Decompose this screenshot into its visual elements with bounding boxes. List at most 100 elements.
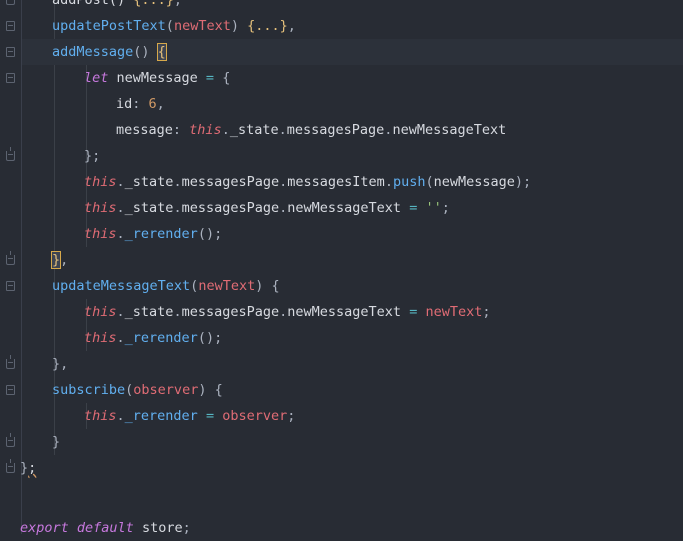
code-token: updateMessageText [52, 278, 191, 294]
code-text: addPost() {...}, [52, 0, 182, 13]
fold-end-icon[interactable] [6, 459, 15, 473]
code-token: _rerender [124, 226, 198, 242]
code-line[interactable]: updatePostText(newText) {...}, [22, 13, 683, 39]
code-token: '' [425, 200, 442, 216]
code-text: }, [52, 351, 68, 377]
code-area[interactable]: addPost() {...}, updatePostText(newText) … [20, 0, 683, 536]
code-line[interactable]: this._rerender(); [22, 325, 683, 351]
code-token: 6 [148, 96, 157, 112]
code-text: addMessage() { [52, 39, 167, 65]
code-token: . [116, 226, 125, 242]
code-token: () [133, 44, 158, 60]
code-token: this [84, 330, 117, 346]
code-text: this._state.messagesPage.newMessageText … [84, 195, 450, 221]
code-token: _state [229, 122, 279, 138]
code-text: this._rerender(); [84, 325, 222, 351]
fold-end-icon[interactable] [6, 147, 15, 161]
fold-end-icon[interactable] [6, 433, 15, 447]
code-token: _state [124, 174, 174, 190]
fold-start-icon[interactable] [6, 281, 15, 291]
code-line[interactable]: id: 6, [22, 91, 683, 117]
code-text: this._rerender = observer; [84, 403, 295, 429]
code-line[interactable]: message: this._state.messagesPage.newMes… [22, 117, 683, 143]
code-line[interactable]: }, [22, 351, 683, 377]
code-line[interactable]: }; [20, 455, 683, 481]
code-token: } [52, 434, 61, 450]
code-text: }; [84, 143, 100, 169]
code-token: . [278, 122, 287, 138]
code-text: let newMessage = { [84, 65, 230, 91]
fold-end-icon[interactable] [6, 355, 15, 369]
code-line[interactable]: subscribe(observer) { [22, 377, 683, 403]
fold-end-icon[interactable] [6, 0, 15, 5]
code-text: this._rerender(); [84, 221, 222, 247]
code-token: observer [133, 382, 199, 398]
code-token: ) { [198, 382, 223, 398]
code-text: message: this._state.messagesPage.newMes… [116, 117, 506, 143]
fold-start-icon[interactable] [6, 385, 15, 395]
code-token: = [409, 200, 426, 216]
code-token: subscribe [52, 382, 126, 398]
code-line[interactable]: updateMessageText(newText) { [22, 273, 683, 299]
code-text: }; [20, 455, 36, 481]
fold-start-icon[interactable] [6, 73, 15, 83]
code-line[interactable]: }; [22, 143, 683, 169]
code-line[interactable]: this._state.messagesPage.newMessageText … [22, 299, 683, 325]
code-token: (); [197, 330, 223, 346]
code-token: . [173, 174, 182, 190]
code-token: = [409, 304, 426, 320]
code-line[interactable]: } [22, 429, 683, 455]
code-line[interactable]: this._state.messagesPage.newMessageText … [22, 195, 683, 221]
code-token: this [84, 226, 117, 242]
code-token: newMessageText [287, 304, 410, 320]
code-token: { [222, 70, 231, 86]
code-token: messagesPage [181, 174, 280, 190]
code-token: ; [441, 200, 450, 216]
code-token: newMessageText [392, 122, 507, 138]
code-token: message [116, 122, 173, 138]
code-token: ; [287, 408, 296, 424]
code-line[interactable]: addPost() {...}, [22, 0, 683, 13]
code-token: ) [230, 18, 248, 34]
code-token: addMessage [52, 44, 134, 60]
fold-start-icon[interactable] [6, 21, 15, 31]
code-token: messagesItem [287, 174, 385, 190]
code-line[interactable]: this._state.messagesPage.messagesItem.pu… [22, 169, 683, 195]
fold-end-icon[interactable] [6, 251, 15, 265]
code-token: _state [124, 304, 174, 320]
fold-start-icon[interactable] [6, 47, 15, 57]
code-token: ); [514, 174, 532, 190]
code-token: , [60, 252, 69, 268]
code-token: messagesPage [286, 122, 385, 138]
code-line[interactable]: this._rerender = observer; [22, 403, 683, 429]
code-token: : [172, 122, 190, 138]
code-line[interactable]: export default store; [20, 515, 683, 541]
code-text: updateMessageText(newText) { [52, 273, 280, 299]
code-token: . [221, 122, 230, 138]
code-token: {...} [247, 18, 288, 34]
code-token: { [156, 43, 167, 61]
code-line[interactable]: let newMessage = { [22, 65, 683, 91]
code-token: {...} [133, 0, 174, 8]
code-token: . [116, 408, 125, 424]
code-line-current[interactable]: addMessage() { [22, 39, 683, 65]
code-line[interactable]: }, [22, 247, 683, 273]
code-token: this [84, 408, 117, 424]
code-line[interactable]: this._rerender(); [22, 221, 683, 247]
code-token: messagesPage [181, 200, 280, 216]
code-token: this [84, 200, 117, 216]
code-line[interactable] [22, 481, 683, 507]
code-token: ( [425, 174, 434, 190]
code-token: }, [52, 356, 69, 372]
code-token: ) { [255, 278, 280, 294]
code-token: id [116, 96, 133, 112]
code-token: . [116, 330, 125, 346]
code-text: this._state.messagesPage.newMessageText … [84, 299, 491, 325]
code-text: this._state.messagesPage.messagesItem.pu… [84, 169, 531, 195]
code-token: newText [173, 18, 231, 34]
code-text: updatePostText(newText) {...}, [52, 13, 296, 39]
code-text: } [52, 429, 60, 455]
code-text: subscribe(observer) { [52, 377, 223, 403]
code-token: newMessageText [287, 200, 410, 216]
code-token: = [205, 70, 223, 86]
